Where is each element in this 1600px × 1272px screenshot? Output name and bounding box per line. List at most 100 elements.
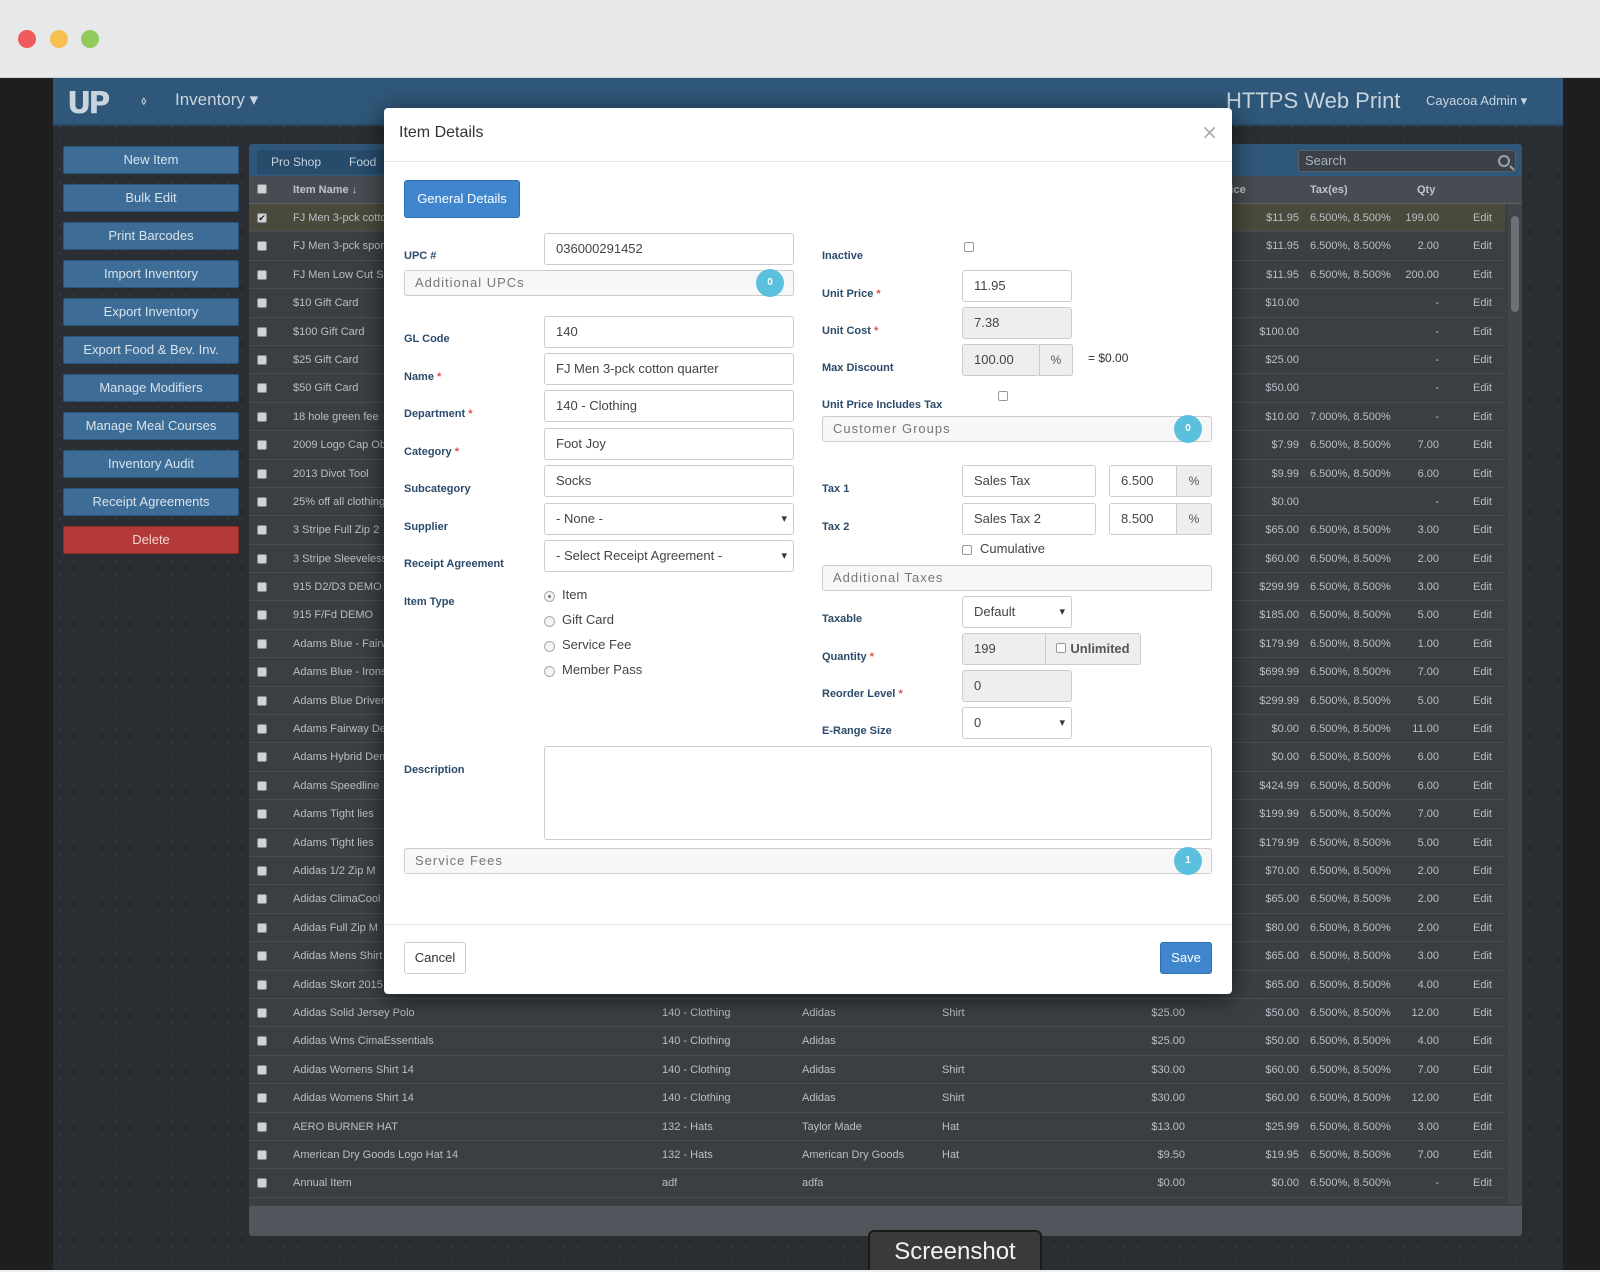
- manage-modifiers-button[interactable]: Manage Modifiers: [63, 374, 239, 402]
- tab-pro-shop[interactable]: Pro Shop: [257, 150, 336, 174]
- inventory-menu[interactable]: Inventory ▾: [175, 90, 258, 110]
- row-checkbox[interactable]: [257, 468, 267, 479]
- row-checkbox[interactable]: [257, 553, 267, 564]
- receipt-agreements-button[interactable]: Receipt Agreements: [63, 488, 239, 516]
- cell-edit[interactable]: Edit: [1473, 354, 1492, 366]
- search-input[interactable]: Search: [1298, 150, 1516, 172]
- cell-edit[interactable]: Edit: [1473, 553, 1492, 565]
- cell-edit[interactable]: Edit: [1473, 1007, 1492, 1019]
- tab-general-details[interactable]: General Details: [404, 180, 520, 218]
- export-inventory-button[interactable]: Export Inventory: [63, 298, 239, 326]
- row-checkbox[interactable]: [257, 1036, 267, 1047]
- cell-edit[interactable]: Edit: [1473, 1064, 1492, 1076]
- tab-food[interactable]: Food: [335, 150, 391, 174]
- cell-edit[interactable]: Edit: [1473, 496, 1492, 508]
- scrollbar-thumb[interactable]: [1511, 216, 1519, 312]
- table-row[interactable]: Adidas Womens Shirt 14 140 - Clothing Adid…: [249, 1084, 1505, 1113]
- cell-edit[interactable]: Edit: [1473, 326, 1492, 338]
- close-window-button[interactable]: [18, 30, 36, 48]
- save-button[interactable]: Save: [1160, 942, 1212, 974]
- row-checkbox[interactable]: [257, 610, 267, 621]
- cell-edit[interactable]: Edit: [1473, 808, 1492, 820]
- row-checkbox[interactable]: [257, 1064, 267, 1075]
- row-checkbox[interactable]: [257, 383, 267, 394]
- row-checkbox[interactable]: [257, 496, 267, 507]
- row-checkbox[interactable]: [257, 269, 267, 280]
- cumulative-checkbox[interactable]: [962, 545, 972, 555]
- cell-edit[interactable]: Edit: [1473, 638, 1492, 650]
- select-all-checkbox[interactable]: [257, 184, 267, 194]
- additional-taxes-bar[interactable]: Additional Taxes: [822, 565, 1212, 591]
- zoom-window-button[interactable]: [81, 30, 99, 48]
- app-logo[interactable]: UP: [67, 86, 110, 121]
- row-checkbox[interactable]: [257, 1178, 267, 1189]
- upc-input[interactable]: 036000291452: [544, 233, 794, 265]
- cell-edit[interactable]: Edit: [1473, 893, 1492, 905]
- erange-size-select[interactable]: 0: [962, 707, 1072, 739]
- row-checkbox[interactable]: [257, 241, 267, 252]
- row-checkbox[interactable]: [257, 582, 267, 593]
- tax1-name-input[interactable]: Sales Tax: [962, 465, 1096, 497]
- tax2-name-input[interactable]: Sales Tax 2: [962, 503, 1096, 535]
- includes-tax-checkbox[interactable]: [998, 391, 1008, 401]
- cell-edit[interactable]: Edit: [1473, 297, 1492, 309]
- cell-edit[interactable]: Edit: [1473, 1121, 1492, 1133]
- print-barcodes-button[interactable]: Print Barcodes: [63, 222, 239, 250]
- unit-cost-input[interactable]: 7.38: [962, 307, 1072, 339]
- row-checkbox[interactable]: [257, 298, 267, 309]
- cancel-button[interactable]: Cancel: [404, 942, 466, 974]
- row-checkbox[interactable]: [257, 780, 267, 791]
- item-type-service-fee-radio[interactable]: [544, 641, 555, 652]
- import-inventory-button[interactable]: Import Inventory: [63, 260, 239, 288]
- cell-edit[interactable]: Edit: [1473, 581, 1492, 593]
- row-checkbox[interactable]: [257, 354, 267, 365]
- row-checkbox[interactable]: [257, 695, 267, 706]
- row-checkbox[interactable]: [257, 1149, 267, 1160]
- unlimited-checkbox[interactable]: [1056, 643, 1067, 653]
- cell-edit[interactable]: Edit: [1473, 780, 1492, 792]
- cell-edit[interactable]: Edit: [1473, 439, 1492, 451]
- inactive-checkbox[interactable]: [964, 242, 974, 252]
- cell-edit[interactable]: Edit: [1473, 212, 1492, 224]
- export-food-bev-button[interactable]: Export Food & Bev. Inv.: [63, 336, 239, 364]
- col-taxes[interactable]: Tax(es): [1310, 184, 1348, 196]
- table-row[interactable]: American Dry Goods Logo Hat 14 132 - Hats…: [249, 1141, 1505, 1170]
- row-checkbox[interactable]: [257, 922, 267, 933]
- table-row[interactable]: Adidas Wms CimaEssentials 140 - Clothing A…: [249, 1027, 1505, 1056]
- cell-edit[interactable]: Edit: [1473, 979, 1492, 991]
- supplier-select[interactable]: - None -: [544, 503, 794, 535]
- new-item-button[interactable]: New Item: [63, 146, 239, 174]
- tax1-rate-input[interactable]: 6.500: [1109, 465, 1177, 497]
- cell-edit[interactable]: Edit: [1473, 666, 1492, 678]
- row-checkbox[interactable]: [257, 979, 267, 990]
- col-qty[interactable]: Qty: [1417, 184, 1435, 196]
- bulk-edit-button[interactable]: Bulk Edit: [63, 184, 239, 212]
- department-input[interactable]: 140 - Clothing: [544, 390, 794, 422]
- cell-edit[interactable]: Edit: [1473, 922, 1492, 934]
- row-checkbox[interactable]: [257, 1121, 267, 1132]
- row-checkbox[interactable]: [257, 837, 267, 848]
- row-checkbox[interactable]: ✔: [257, 213, 267, 223]
- cell-edit[interactable]: Edit: [1473, 609, 1492, 621]
- table-row[interactable]: Adidas Solid Jersey Polo 140 - Clothing Ad…: [249, 999, 1505, 1028]
- row-checkbox[interactable]: [257, 667, 267, 678]
- search-icon[interactable]: [1498, 155, 1510, 167]
- item-type-gift-card-radio[interactable]: [544, 616, 555, 627]
- cell-edit[interactable]: Edit: [1473, 865, 1492, 877]
- table-row[interactable]: Annual Item adf adfa $0.00 $0.00 6.500%, 8.50…: [249, 1169, 1505, 1198]
- max-discount-input[interactable]: 100.00: [962, 344, 1040, 376]
- row-checkbox[interactable]: [257, 525, 267, 536]
- item-type-member-pass-radio[interactable]: [544, 666, 555, 677]
- cell-edit[interactable]: Edit: [1473, 723, 1492, 735]
- receipt-agreement-select[interactable]: - Select Receipt Agreement -: [544, 540, 794, 572]
- row-checkbox[interactable]: [257, 951, 267, 962]
- cell-edit[interactable]: Edit: [1473, 695, 1492, 707]
- col-item-name[interactable]: Item Name ↓: [293, 184, 357, 196]
- manage-meal-courses-button[interactable]: Manage Meal Courses: [63, 412, 239, 440]
- cell-edit[interactable]: Edit: [1473, 837, 1492, 849]
- row-checkbox[interactable]: [257, 809, 267, 820]
- quantity-input[interactable]: 199: [962, 633, 1046, 665]
- tax2-rate-input[interactable]: 8.500: [1109, 503, 1177, 535]
- cell-edit[interactable]: Edit: [1473, 1092, 1492, 1104]
- row-checkbox[interactable]: [257, 638, 267, 649]
